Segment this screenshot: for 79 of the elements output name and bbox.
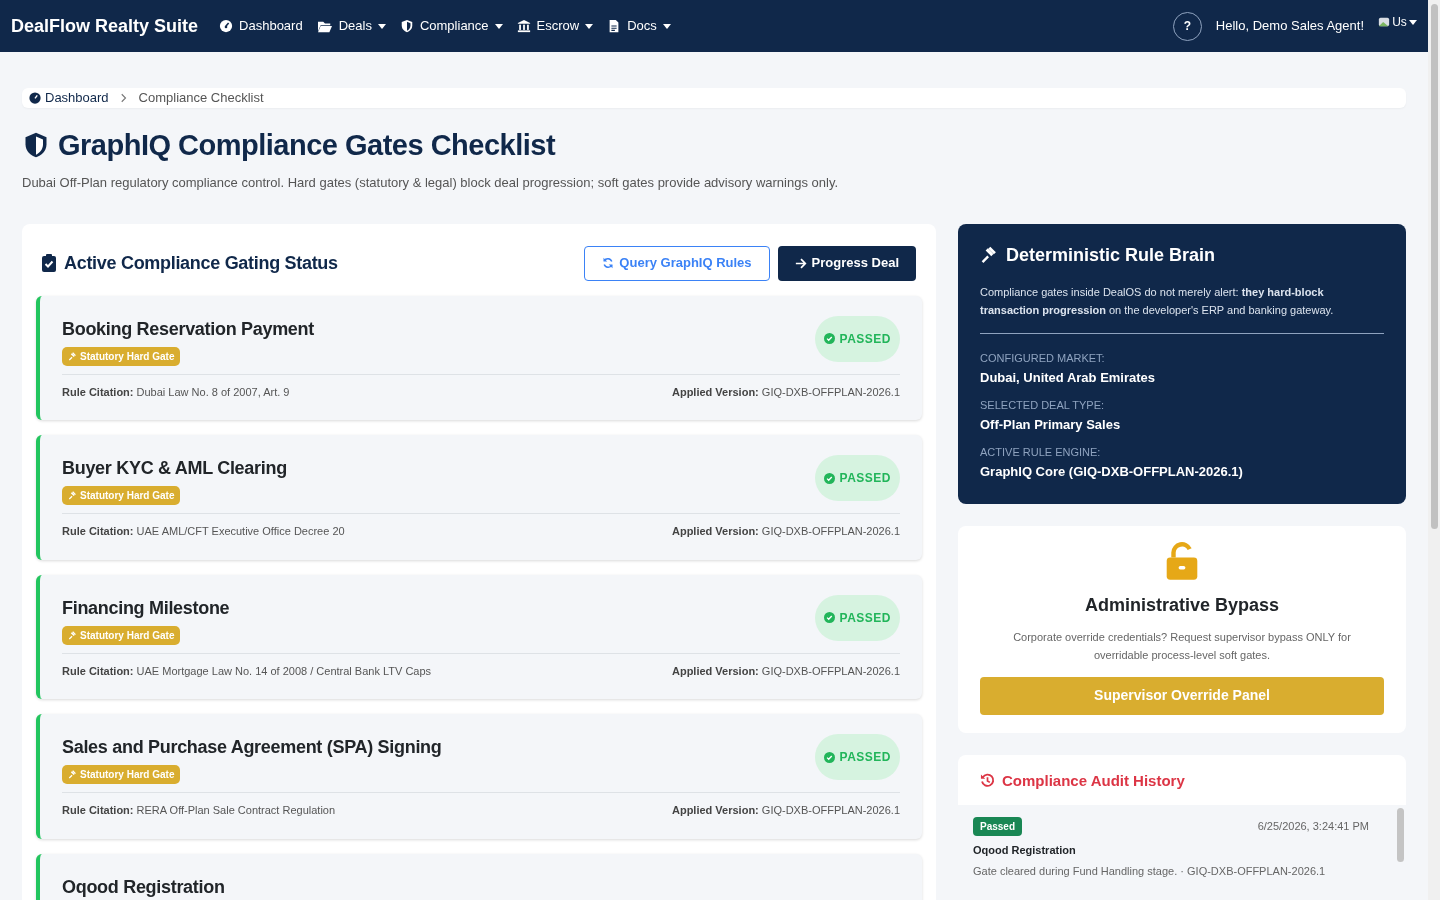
gate-title: Sales and Purchase Agreement (SPA) Signing	[62, 736, 442, 759]
progress-deal-button[interactable]: Progress Deal	[777, 245, 916, 281]
check-circle-icon	[823, 612, 835, 623]
card-title: Administrative Bypass	[1084, 593, 1280, 617]
applied-version: Applied Version: GIQ-DXB-OFFPLAN-2026.1	[672, 803, 900, 818]
gauge-icon	[29, 91, 41, 104]
greeting: Hello, Demo Sales Agent!	[1215, 17, 1364, 36]
audit-gate-name: Oqood Registration	[973, 843, 1077, 858]
broken-image-icon	[1378, 16, 1390, 28]
field-value: GraphIQ Core (GIQ-DXB-OFFPLAN-2026.1)	[980, 463, 1244, 481]
page-title: GraphIQ Compliance Gates Checklist	[58, 127, 556, 163]
status-pill: PASSED	[814, 594, 900, 641]
field-label: CONFIGURED MARKET:	[980, 350, 1106, 366]
brand-name[interactable]: DealFlow Realty Suite	[11, 12, 199, 40]
audit-timestamp: 6/25/2026, 3:24:41 PM	[1257, 819, 1369, 835]
card-title: Deterministic Rule Brain	[1006, 243, 1216, 267]
page-scrollbar-thumb[interactable]	[1430, 4, 1438, 529]
field-label: SELECTED DEAL TYPE:	[980, 397, 1106, 413]
check-circle-icon	[823, 333, 835, 344]
applied-version: Applied Version: GIQ-DXB-OFFPLAN-2026.1	[672, 384, 900, 400]
gate-title: Booking Reservation Payment	[62, 317, 314, 341]
gate-title: Oqood Registration	[62, 875, 225, 899]
breadcrumb-link[interactable]: Dashboard	[29, 88, 109, 108]
page-subtitle: Dubai Off-Plan regulatory compliance control. Hard gates (statutory & legal) block deal progression; soft gates provide advisory warnings only.	[22, 174, 840, 192]
gavel-icon	[68, 630, 77, 640]
rule-citation: Rule Citation: UAE Mortgage Law No. 14 of 2008 / Central Bank LTV Caps	[62, 663, 432, 679]
applied-version: Applied Version: GIQ-DXB-OFFPLAN-2026.1	[672, 663, 900, 679]
status-pill: PASSED	[814, 734, 900, 780]
gate-type-badge: Statutory Hard Gate	[62, 486, 181, 505]
card-title: Compliance Audit History	[1002, 770, 1185, 791]
nav-item[interactable]: Deals	[316, 16, 386, 36]
gavel-icon	[68, 351, 77, 361]
refresh-icon	[602, 257, 615, 269]
caret-icon	[585, 23, 594, 29]
status-pill: PASSED	[814, 455, 900, 501]
gate-title: Financing Milestone	[62, 596, 230, 620]
gavel-icon	[980, 246, 998, 264]
field-value: Off-Plan Primary Sales	[980, 416, 1122, 434]
rule-citation: Rule Citation: UAE AML/CFT Executive Office Decree 20	[62, 524, 345, 539]
gate-title: Buyer KYC & AML Clearing	[62, 457, 287, 480]
field-value: Dubai, United Arab Emirates	[980, 369, 1157, 387]
caret-icon	[662, 23, 671, 29]
bank-icon	[516, 19, 531, 33]
rule-citation: Rule Citation: Dubai Law No. 8 of 2007, Art. 9	[62, 384, 290, 400]
nav-item[interactable]: Escrow	[516, 16, 594, 36]
shield-icon	[399, 19, 414, 33]
nav-item[interactable]: Docs	[607, 16, 671, 36]
user-menu-button[interactable]: Us	[1378, 13, 1417, 31]
applied-version: Applied Version: GIQ-DXB-OFFPLAN-2026.1	[672, 524, 900, 539]
arrow-right-icon	[794, 257, 807, 269]
field-label: ACTIVE RULE ENGINE:	[980, 444, 1102, 460]
status-pill: PASSED	[814, 315, 900, 362]
check-circle-icon	[823, 751, 835, 763]
chevron-right-icon	[120, 92, 127, 103]
folder-icon	[316, 19, 333, 33]
breadcrumb-current: Compliance Checklist	[138, 89, 264, 107]
audit-detail: Gate cleared during Fund Handling stage. · GIQ-DXB-OFFPLAN-2026.1	[973, 863, 1327, 879]
caret-icon	[494, 23, 503, 29]
nav-item[interactable]: Dashboard	[219, 16, 303, 36]
caret-icon	[377, 23, 386, 29]
scrollbar-thumb[interactable]	[1397, 808, 1404, 862]
section-title: Active Compliance Gating Status	[64, 251, 338, 275]
rule-brain-description: Compliance gates inside DealOS do not merely alert: they hard-block transaction progression on the developer's ERP and banking gateway.	[980, 284, 1335, 318]
clipboard-check-icon	[42, 254, 56, 272]
gauge-icon	[219, 19, 234, 33]
gate-type-badge: Statutory Hard Gate	[62, 346, 181, 366]
gate-type-badge: Statutory Hard Gate	[62, 625, 181, 645]
audit-status-badge: Passed	[973, 817, 1023, 836]
rule-citation: Rule Citation: RERA Off-Plan Sale Contract Regulation	[62, 803, 336, 818]
bypass-description: Corporate override credentials? Request supervisor bypass ONLY for overridable process-level soft gates.	[1012, 629, 1352, 663]
caret-icon	[1409, 19, 1417, 25]
nav-item[interactable]: Compliance	[399, 16, 503, 36]
unlock-icon	[1165, 541, 1199, 580]
query-rules-button[interactable]: Query GraphIQ Rules	[584, 245, 770, 281]
gavel-icon	[68, 770, 77, 779]
gavel-icon	[68, 491, 77, 500]
check-circle-icon	[823, 472, 835, 484]
history-icon	[980, 773, 995, 789]
gate-type-badge: Statutory Hard Gate	[62, 765, 181, 784]
